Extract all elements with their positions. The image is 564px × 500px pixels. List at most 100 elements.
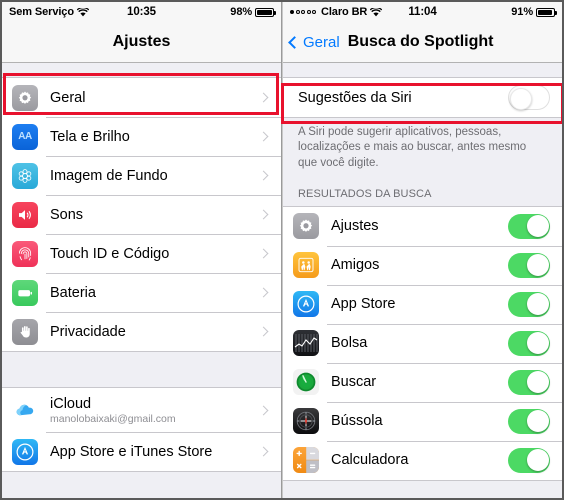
siri-footer-text: A Siri pode sugerir aplicativos, pessoas… [283, 118, 562, 171]
sidebar-item-geral[interactable]: Geral [2, 78, 281, 117]
row-sugestoes-da-siri[interactable]: Sugestões da Siri [283, 78, 562, 117]
calculator-icon [293, 447, 319, 474]
clock-label: 10:35 [127, 6, 156, 18]
right-status-bar: Claro BR 11:04 91% [283, 2, 562, 22]
siri-suggestions-toggle[interactable] [508, 85, 550, 110]
toggle-knob [526, 449, 549, 472]
result-toggle-buscar[interactable] [508, 369, 550, 395]
back-button-label: Geral [303, 33, 340, 51]
sidebar-item-tela-e-brilho[interactable]: AA Tela e Brilho [2, 117, 281, 156]
siri-suggestions-group: Sugestões da Siri [283, 77, 562, 118]
result-row-bussola[interactable]: Bússola [283, 401, 562, 441]
result-toggle-bolsa[interactable] [508, 330, 550, 356]
sidebar-item-label: App Store e iTunes Store [50, 443, 213, 460]
section-header-resultados-da-busca: RESULTADOS DA BUSCA [283, 170, 562, 206]
result-toggle-app-store[interactable] [508, 291, 550, 317]
result-label: Amigos [331, 257, 380, 274]
toggle-knob [526, 371, 549, 394]
icloud-account-email: manolobaixaki@gmail.com [50, 412, 176, 425]
chevron-right-icon [258, 248, 269, 259]
result-row-ajustes[interactable]: Ajustes [283, 206, 562, 246]
page-title: Busca do Spotlight [347, 33, 494, 50]
sidebar-item-privacidade[interactable]: Privacidade [2, 312, 281, 351]
result-toggle-calculadora[interactable] [508, 447, 550, 473]
sidebar-item-sons[interactable]: Sons [2, 195, 281, 234]
carrier-label: Sem Serviço [9, 6, 74, 18]
toggle-knob [526, 332, 549, 355]
sidebar-item-bateria[interactable]: Bateria [2, 273, 281, 312]
result-row-amigos[interactable]: Amigos [283, 245, 562, 285]
sidebar-item-label: Privacidade [50, 323, 126, 340]
icloud-icon [12, 397, 38, 423]
battery-percent-label: 91% [511, 6, 533, 18]
chevron-right-icon [258, 209, 269, 220]
find-my-friends-icon [293, 369, 319, 396]
left-scroll-area[interactable]: Geral AA Tela e Brilho Imagem de Fundo S… [2, 63, 281, 498]
hand-icon [12, 318, 38, 345]
result-toggle-ajustes[interactable] [508, 213, 550, 239]
chevron-right-icon [258, 287, 269, 298]
right-panel-spotlight-search: Claro BR 11:04 91% Geral Busca do Spotli… [282, 2, 562, 498]
battery-icon [255, 7, 277, 17]
fingerprint-icon [12, 240, 38, 267]
result-label: Ajustes [331, 218, 379, 235]
gear-icon [12, 84, 38, 111]
signal-strength-icon [290, 10, 316, 14]
left-panel-settings: Sem Serviço 10:35 98% Ajustes Geral AA T… [2, 2, 282, 498]
toggle-knob [509, 87, 532, 110]
sidebar-item-label: Tela e Brilho [50, 128, 130, 145]
result-toggle-bussola[interactable] [508, 408, 550, 434]
battery-icon [536, 7, 557, 17]
carrier-label: Claro BR [321, 6, 368, 18]
speaker-icon [12, 201, 38, 228]
wallpaper-icon [12, 162, 38, 189]
screenshot-frame: Sem Serviço 10:35 98% Ajustes Geral AA T… [0, 0, 564, 500]
toggle-knob [526, 254, 549, 277]
right-status-left: Claro BR [290, 6, 408, 18]
toggle-knob [526, 215, 549, 238]
sidebar-item-imagem-de-fundo[interactable]: Imagem de Fundo [2, 156, 281, 195]
wifi-icon [76, 7, 89, 17]
gear-icon [293, 213, 319, 240]
right-scroll-area[interactable]: Sugestões da Siri A Siri pode sugerir ap… [283, 63, 562, 498]
result-label: Bússola [331, 413, 383, 430]
back-button[interactable]: Geral [288, 33, 340, 51]
result-toggle-amigos[interactable] [508, 252, 550, 278]
result-row-calculadora[interactable]: Calculadora [283, 440, 562, 480]
sidebar-item-icloud[interactable]: iCloud manolobaixaki@gmail.com [2, 388, 281, 432]
result-row-bolsa[interactable]: Bolsa [283, 323, 562, 363]
left-status-bar: Sem Serviço 10:35 98% [2, 2, 281, 22]
left-nav-bar: Ajustes [2, 22, 281, 63]
settings-group-primary: Geral AA Tela e Brilho Imagem de Fundo S… [2, 77, 281, 352]
right-nav-bar: Geral Busca do Spotlight [283, 22, 562, 63]
list-bottom-spacer [2, 472, 281, 498]
toggle-knob [526, 293, 549, 316]
chevron-right-icon [258, 326, 269, 337]
row-label: Sugestões da Siri [298, 89, 412, 106]
compass-icon [293, 408, 319, 435]
chevron-left-icon [288, 35, 301, 49]
group-spacer [2, 352, 281, 387]
app-store-icon [12, 438, 38, 465]
right-status-right: 91% [437, 6, 557, 18]
sidebar-item-label: Imagem de Fundo [50, 167, 168, 184]
result-label: Buscar [331, 374, 377, 391]
search-results-group: Ajustes Amigos App Store Bolsa Buscar Bú… [283, 205, 562, 481]
chevron-right-icon [258, 446, 269, 457]
wifi-icon [370, 7, 383, 17]
sidebar-item-label: Geral [50, 89, 86, 106]
chevron-right-icon [258, 92, 269, 103]
sidebar-item-touch-id-e-codigo[interactable]: Touch ID e Código [2, 234, 281, 273]
chevron-right-icon [258, 170, 269, 181]
result-label: Bolsa [331, 335, 368, 352]
toggle-knob [526, 410, 549, 433]
result-row-app-store[interactable]: App Store [283, 284, 562, 324]
settings-group-accounts: iCloud manolobaixaki@gmail.com App Store… [2, 387, 281, 472]
chevron-right-icon [258, 131, 269, 142]
result-row-buscar[interactable]: Buscar [283, 362, 562, 402]
sidebar-item-label: iCloud manolobaixaki@gmail.com [50, 396, 260, 425]
sidebar-item-app-store-e-itunes-store[interactable]: App Store e iTunes Store [2, 432, 281, 471]
clock-label: 11:04 [408, 6, 437, 18]
siri-top-spacer [283, 63, 562, 77]
sidebar-item-label: Bateria [50, 284, 96, 301]
